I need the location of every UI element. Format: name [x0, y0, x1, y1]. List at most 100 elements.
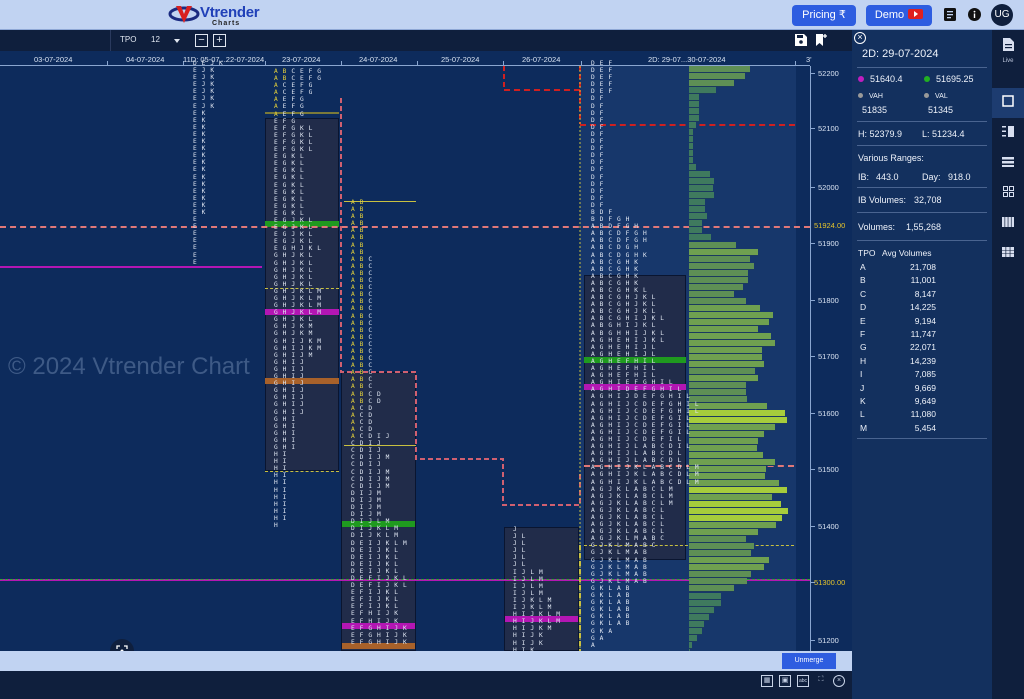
tpo-size-select[interactable]: 12	[151, 35, 160, 44]
tpo-row: A G J K L A B C L	[591, 528, 699, 535]
save-icon[interactable]	[795, 34, 807, 47]
tpo-letter: L	[308, 131, 313, 139]
close-icon[interactable]: ×	[833, 675, 845, 687]
tpo-row: E K	[193, 195, 223, 202]
volume-bar	[689, 445, 758, 453]
tpo-letter: E	[274, 160, 283, 168]
fullscreen-icon[interactable]: ⛶	[815, 675, 827, 687]
tpo-letter: F	[599, 138, 604, 146]
volumes-label: Volumes:	[858, 222, 896, 232]
tpo-letter: G	[591, 613, 600, 621]
tpo-letter: I	[368, 553, 377, 561]
tpo-letter: H	[282, 351, 292, 359]
tpo-volume-cell: 9,669	[914, 382, 936, 393]
tpo-row: G J K L M A B C	[591, 542, 699, 549]
image-icon[interactable]: ▣	[779, 675, 791, 687]
columns-view-icon[interactable]	[992, 208, 1024, 238]
tpo-row: C D I J M	[351, 476, 407, 483]
tpo-row: E G K L	[274, 210, 322, 217]
tpo-letter: K	[394, 582, 403, 590]
tpo-chart[interactable]: 03-07-2024 04-07-2024 11D: 05-07...22-07…	[0, 51, 852, 651]
volume-bar	[689, 557, 769, 565]
tpo-letter: K	[299, 302, 309, 310]
tpo-letter: A	[591, 428, 600, 436]
info-icon[interactable]	[968, 8, 981, 22]
tpo-letter: I	[291, 337, 300, 345]
tpo-letter: D	[351, 560, 360, 568]
avatar[interactable]: UG	[991, 4, 1013, 26]
tpo-letter: J	[625, 407, 635, 415]
tpo-letter: E	[642, 393, 652, 401]
close-panel-icon[interactable]: ×	[854, 32, 866, 44]
grid4-view-icon[interactable]	[992, 178, 1024, 208]
unmerge-button[interactable]: Unmerge	[782, 653, 836, 669]
live-notes-icon[interactable]: Live	[992, 36, 1024, 72]
tpo-letter: L	[651, 350, 656, 358]
tpo-letter: A	[591, 372, 600, 380]
tpo-row: I J L M	[513, 583, 561, 590]
tpo-letter: G	[599, 421, 609, 429]
tpo-letter: F	[625, 372, 635, 380]
rows-view-icon[interactable]	[992, 148, 1024, 178]
tpo-letter: H	[608, 471, 617, 479]
tpo-letter: I	[521, 639, 531, 647]
grid-icon[interactable]: ▦	[761, 675, 773, 687]
tpo-letter: E	[625, 379, 635, 387]
tpo-letter: J	[625, 450, 635, 458]
tpo-letter: G	[668, 407, 678, 415]
grid9-view-icon[interactable]	[992, 238, 1024, 268]
chevron-down-icon[interactable]	[174, 39, 180, 43]
bookmark-icon[interactable]	[815, 34, 827, 47]
tpo-letter: G	[599, 521, 609, 529]
tpo-letter: B	[642, 514, 652, 521]
tpo-letter: F	[599, 145, 604, 153]
tpo-row: D I J K L M	[351, 532, 407, 539]
tpo-letter: K	[538, 618, 548, 626]
tpo-letter: J	[625, 443, 635, 451]
tpo-letter: M	[625, 563, 635, 571]
tpo-row: D F	[591, 181, 699, 188]
tpo-row: A B C	[351, 362, 407, 369]
tpo-letter: A	[351, 319, 360, 327]
divider	[857, 212, 987, 213]
tpo-row: A B C G H K	[591, 273, 699, 280]
tpo-letter: E	[201, 60, 211, 67]
tpo-letter: E	[359, 546, 369, 554]
tpo-letter: B	[642, 542, 652, 550]
val-label: VAL	[924, 93, 948, 100]
tpo-letter: C	[608, 308, 617, 316]
tpo-letter: G	[591, 542, 600, 550]
tpo-row: G H J K M	[274, 323, 322, 330]
volume-bar	[689, 459, 776, 467]
tpo-letter: H	[282, 259, 292, 267]
tpo-letter: L	[530, 575, 539, 583]
text-icon[interactable]: abc	[797, 675, 809, 687]
volume-bar	[689, 480, 780, 488]
tpo-letter: I	[616, 428, 626, 436]
tpo-row: D E F	[591, 67, 699, 74]
tpo-letter: B	[642, 549, 648, 557]
zoom-out-button[interactable]: −	[195, 34, 208, 47]
tpo-letter: F	[599, 159, 604, 167]
tpo-letter: M	[625, 570, 635, 578]
square-view-icon[interactable]	[992, 88, 1024, 118]
logo[interactable]: Vtrender Charts	[168, 3, 260, 29]
tpo-letter: L	[694, 400, 700, 408]
split-view-icon[interactable]	[992, 118, 1024, 148]
tpo-letter: A	[351, 397, 360, 405]
tpo-letter: J	[642, 329, 652, 337]
tpo-letter: K	[201, 208, 206, 216]
zoom-in-button[interactable]: +	[213, 34, 226, 47]
notes-icon[interactable]	[943, 8, 956, 22]
tpo-volume-cell: 14,239	[910, 355, 936, 366]
tpo-row: A C D	[351, 412, 407, 419]
tpo-letter: D	[351, 567, 360, 575]
tpo-row: E G K L	[274, 153, 322, 160]
tpo-letter: I	[282, 472, 287, 480]
tpo-letter: G	[616, 301, 626, 309]
tpo-letter: J	[530, 618, 539, 626]
demo-button[interactable]: Demo	[866, 5, 932, 26]
tpo-letter: L	[651, 365, 656, 373]
pricing-button[interactable]: Pricing ₹	[792, 5, 856, 26]
tpo-row: H I	[274, 508, 322, 515]
